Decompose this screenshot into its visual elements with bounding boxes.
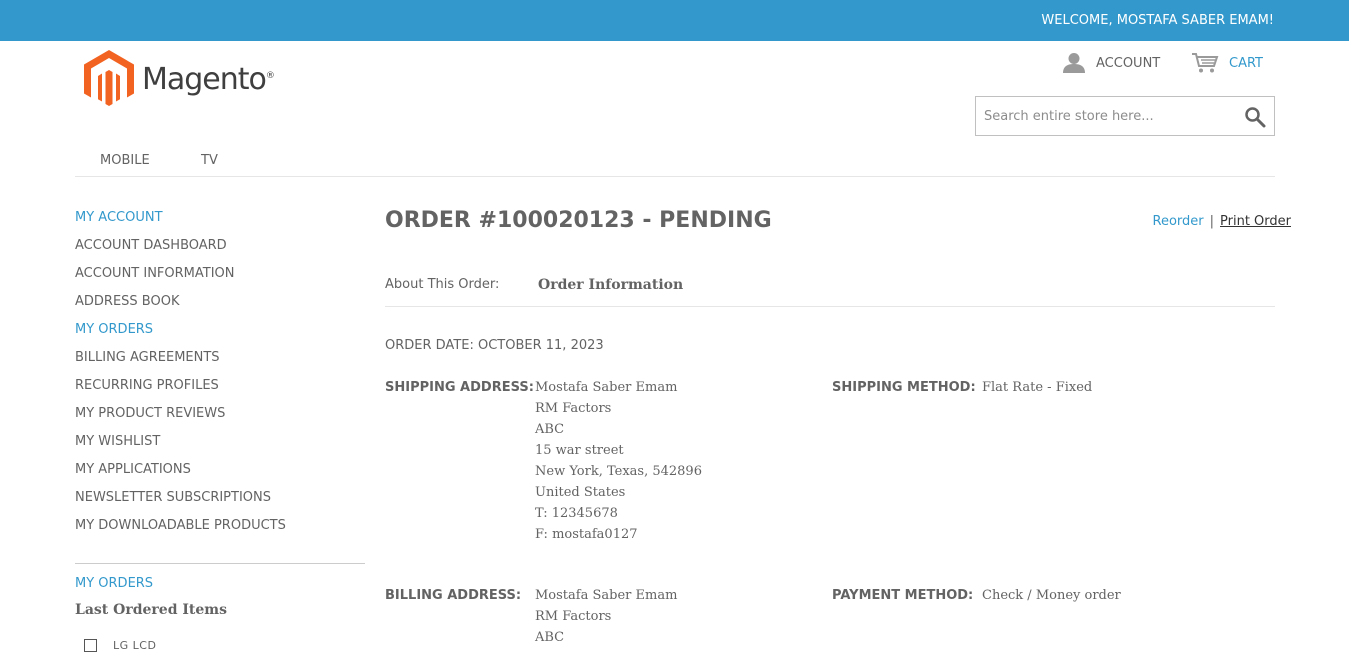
about-order-label: About This Order: bbox=[385, 277, 500, 292]
search-box bbox=[975, 96, 1275, 136]
sidebar-item-downloadable-products[interactable]: MY DOWNLOADABLE PRODUCTS bbox=[75, 516, 365, 544]
billing-address: Mostafa Saber Emam RM Factors ABC bbox=[535, 585, 677, 648]
shipping-address-line: ABC bbox=[535, 422, 565, 437]
sidebar-title: MY ACCOUNT bbox=[75, 210, 163, 225]
search-icon[interactable] bbox=[1244, 106, 1266, 128]
item-checkbox[interactable] bbox=[84, 639, 97, 652]
order-date: ORDER DATE: OCTOBER 11, 2023 bbox=[385, 338, 604, 353]
sidebar-item-applications[interactable]: MY APPLICATIONS bbox=[75, 460, 365, 488]
last-ordered-item: LG LCD bbox=[84, 639, 156, 652]
sidebar-item-newsletter[interactable]: NEWSLETTER SUBSCRIPTIONS bbox=[75, 488, 365, 516]
billing-address-label: BILLING ADDRESS: bbox=[385, 588, 522, 603]
shipping-address-line: 15 war street bbox=[535, 443, 624, 458]
order-information-tab[interactable]: Order Information bbox=[538, 277, 683, 293]
sidebar-item-account-information[interactable]: ACCOUNT INFORMATION bbox=[75, 264, 365, 292]
billing-address-line: RM Factors bbox=[535, 609, 612, 624]
account-link[interactable]: ACCOUNT bbox=[1062, 52, 1160, 74]
welcome-message: WELCOME, MOSTAFA SABER EMAM! bbox=[1041, 13, 1274, 28]
shipping-address-line: F: mostafa0127 bbox=[535, 527, 638, 542]
sidebar-item-recurring-profiles[interactable]: RECURRING PROFILES bbox=[75, 376, 365, 404]
nav-item-tv[interactable]: TV bbox=[201, 153, 218, 168]
user-icon bbox=[1063, 53, 1085, 73]
billing-address-line: Mostafa Saber Emam bbox=[535, 588, 678, 603]
my-orders-block-title[interactable]: MY ORDERS bbox=[75, 576, 153, 591]
shipping-address: Mostafa Saber Emam RM Factors ABC 15 war… bbox=[535, 377, 702, 545]
shipping-address-line: T: 12345678 bbox=[535, 506, 618, 521]
sidebar-item-account-dashboard[interactable]: ACCOUNT DASHBOARD bbox=[75, 236, 365, 264]
nav-item-mobile[interactable]: MOBILE bbox=[100, 153, 150, 168]
sidebar-item-my-orders[interactable]: MY ORDERS bbox=[75, 320, 365, 348]
sidebar-divider bbox=[75, 563, 365, 564]
shipping-method-value: Flat Rate - Fixed bbox=[982, 380, 1093, 395]
last-ordered-item-name[interactable]: LG LCD bbox=[113, 639, 156, 652]
sidebar-item-billing-agreements[interactable]: BILLING AGREEMENTS bbox=[75, 348, 365, 376]
payment-method: Check / Money order bbox=[982, 585, 1121, 606]
payment-method-value: Check / Money order bbox=[982, 588, 1121, 603]
print-order-link[interactable]: Print Order bbox=[1220, 214, 1291, 229]
sidebar-item-wishlist[interactable]: MY WISHLIST bbox=[75, 432, 365, 460]
order-links: Reorder | Print Order bbox=[1153, 214, 1292, 229]
sidebar-item-product-reviews[interactable]: MY PRODUCT REVIEWS bbox=[75, 404, 365, 432]
cart-label: CART bbox=[1229, 55, 1263, 71]
links-separator: | bbox=[1209, 214, 1215, 229]
shipping-method: Flat Rate - Fixed bbox=[982, 377, 1092, 398]
shipping-address-line: New York, Texas, 542896 bbox=[535, 464, 702, 479]
main-nav: MOBILE TV bbox=[75, 150, 1275, 177]
last-ordered-heading: Last Ordered Items bbox=[75, 602, 227, 618]
billing-address-line: ABC bbox=[535, 630, 565, 645]
payment-method-label: PAYMENT METHOD: bbox=[832, 588, 974, 603]
search-input[interactable] bbox=[976, 97, 1226, 135]
shipping-address-line: United States bbox=[535, 485, 626, 500]
account-sidebar: MY ACCOUNT ACCOUNT DASHBOARD ACCOUNT INF… bbox=[75, 208, 365, 544]
logo-text: Magento® bbox=[142, 61, 275, 97]
cart-icon bbox=[1192, 53, 1219, 73]
reorder-link[interactable]: Reorder bbox=[1153, 214, 1204, 229]
magento-logo[interactable]: Magento® bbox=[84, 50, 284, 108]
sidebar-item-address-book[interactable]: ADDRESS BOOK bbox=[75, 292, 365, 320]
account-label: ACCOUNT bbox=[1096, 55, 1161, 71]
shipping-address-label: SHIPPING ADDRESS: bbox=[385, 380, 534, 395]
about-order-row: About This Order: Order Information bbox=[385, 277, 1275, 307]
shipping-address-line: RM Factors bbox=[535, 401, 612, 416]
top-bar: WELCOME, MOSTAFA SABER EMAM! bbox=[0, 0, 1349, 41]
shipping-address-line: Mostafa Saber Emam bbox=[535, 380, 678, 395]
shipping-method-label: SHIPPING METHOD: bbox=[832, 380, 976, 395]
magento-logo-icon bbox=[84, 50, 134, 106]
cart-link[interactable]: CART bbox=[1191, 52, 1263, 74]
order-title: ORDER #100020123 - PENDING bbox=[385, 208, 772, 233]
